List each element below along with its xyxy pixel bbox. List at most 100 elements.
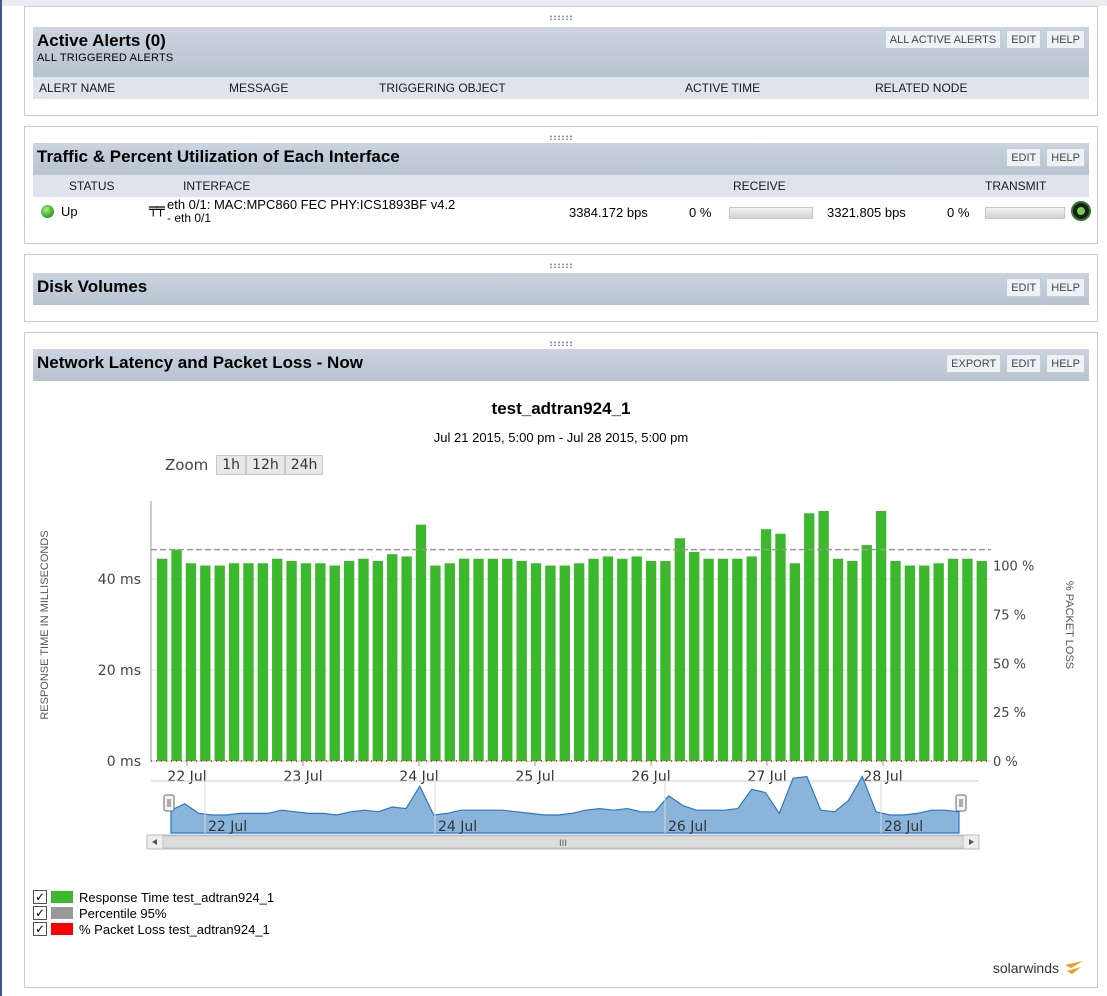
- edit-button[interactable]: EDIT: [1006, 148, 1042, 167]
- response-time-bar: [818, 511, 829, 761]
- response-time-bar: [516, 561, 527, 761]
- response-time-bar: [243, 563, 254, 761]
- y-axis-ticks: 0 ms 20 ms 40 ms: [98, 572, 141, 770]
- drag-grip[interactable]: [549, 263, 573, 268]
- x-tick-label: 22 Jul: [167, 769, 206, 785]
- response-time-bar: [372, 561, 384, 761]
- edit-button[interactable]: EDIT: [1006, 30, 1042, 49]
- zoom-controls: Zoom 1h 12h 24h: [165, 455, 324, 475]
- edit-button[interactable]: EDIT: [1006, 354, 1042, 373]
- window-edge: [0, 0, 2, 996]
- response-time-bar: [689, 551, 700, 761]
- navigator-tick-label: 28 Jul: [884, 819, 923, 835]
- status-up-icon: [41, 205, 54, 218]
- transmit-bps: 3321.805 bps: [827, 205, 906, 220]
- response-time-bar: [746, 556, 757, 761]
- response-time-bar: [228, 563, 240, 761]
- y2-axis-title-wrap: % PACKET LOSS: [1059, 515, 1079, 745]
- legend-checkbox[interactable]: ✓: [33, 922, 47, 936]
- response-time-bar: [962, 558, 973, 761]
- column-header: STATUS INTERFACE RECEIVE TRANSMIT: [33, 175, 1089, 197]
- y2-tick-label: 50 %: [993, 657, 1026, 672]
- legend-swatch-packet-loss: [51, 923, 73, 935]
- col-message[interactable]: MESSAGE: [229, 81, 288, 95]
- transmit-percent: 0 %: [947, 205, 970, 220]
- navigator-tick-label: 26 Jul: [668, 819, 707, 835]
- col-related-node[interactable]: RELATED NODE: [875, 81, 967, 95]
- export-button[interactable]: EXPORT: [946, 354, 1002, 373]
- response-time-bar: [602, 556, 614, 761]
- network-latency-panel: Network Latency and Packet Loss - Now EX…: [24, 332, 1098, 988]
- all-active-alerts-button[interactable]: ALL ACTIVE ALERTS: [884, 30, 1002, 49]
- panel-header: Network Latency and Packet Loss - Now EX…: [33, 349, 1089, 381]
- col-receive[interactable]: RECEIVE: [733, 179, 786, 193]
- y-tick-label: 20 ms: [98, 663, 141, 679]
- chart-subtitle: Jul 21 2015, 5:00 pm - Jul 28 2015, 5:00…: [433, 430, 689, 445]
- receive-utilization-bar: [729, 207, 813, 219]
- y2-axis-ticks: 0 % 25 % 50 % 75 % 100 %: [993, 560, 1034, 770]
- drag-grip[interactable]: [549, 15, 573, 20]
- col-triggering-object[interactable]: TRIGGERING OBJECT: [379, 81, 506, 95]
- legend-swatch-response-time: [51, 891, 73, 903]
- legend-item-response-time[interactable]: ✓ Response Time test_adtran924_1: [33, 889, 274, 905]
- zoom-1h-button[interactable]: 1h: [216, 455, 247, 475]
- interface-alias[interactable]: - eth 0/1: [167, 211, 211, 225]
- panel-title: Network Latency and Packet Loss - Now: [37, 353, 363, 372]
- response-time-bar: [804, 513, 815, 761]
- transmit-utilization-bar: [985, 207, 1065, 219]
- help-button[interactable]: HELP: [1046, 30, 1085, 49]
- response-time-bar: [487, 558, 499, 761]
- utilization-gauge-icon[interactable]: [1071, 201, 1091, 221]
- drag-grip[interactable]: [549, 135, 573, 140]
- interface-row[interactable]: Up ╤╤ eth 0/1: MAC:MPC860 FEC PHY:ICS189…: [33, 197, 1091, 227]
- x-tick-label: 23 Jul: [283, 769, 322, 785]
- drag-grip[interactable]: [549, 341, 573, 346]
- response-time-bar: [171, 549, 182, 761]
- navigator-tick-label: 22 Jul: [208, 819, 247, 835]
- col-interface[interactable]: INTERFACE: [183, 179, 250, 193]
- navigator-series-area: [170, 775, 960, 834]
- response-time-bar: [559, 565, 570, 761]
- response-time-bar: [861, 545, 872, 761]
- response-time-bar: [200, 565, 211, 761]
- col-active-time[interactable]: ACTIVE TIME: [685, 81, 760, 95]
- legend-checkbox[interactable]: ✓: [33, 890, 47, 904]
- response-time-bar: [343, 561, 355, 761]
- y2-tick-label: 0 %: [993, 755, 1018, 770]
- brand-flame-icon: [1065, 961, 1083, 974]
- zoom-12h-button[interactable]: 12h: [246, 455, 285, 475]
- response-time-bar: [904, 565, 916, 761]
- response-time-bar: [473, 558, 484, 761]
- navigator-handle[interactable]: [163, 794, 175, 812]
- receive-percent: 0 %: [689, 205, 712, 220]
- response-time-bar: [545, 565, 556, 761]
- panel-subtitle: ALL TRIGGERED ALERTS: [37, 52, 174, 64]
- y2-tick-label: 100 %: [993, 560, 1034, 575]
- response-time-bar: [286, 561, 297, 761]
- legend-item-packet-loss[interactable]: ✓ % Packet Loss test_adtran924_1: [33, 921, 274, 937]
- legend-checkbox[interactable]: ✓: [33, 906, 47, 920]
- legend-item-percentile[interactable]: ✓ Percentile 95%: [33, 905, 274, 921]
- header-buttons: EDIT HELP: [1006, 278, 1085, 297]
- chart-legend: ✓ Response Time test_adtran924_1 ✓ Perce…: [33, 889, 274, 937]
- zoom-24h-button[interactable]: 24h: [284, 455, 324, 475]
- col-transmit[interactable]: TRANSMIT: [985, 179, 1046, 193]
- response-time-bar: [315, 563, 326, 761]
- response-time-bar: [847, 561, 858, 761]
- y-tick-label: 0 ms: [107, 754, 141, 770]
- interface-name[interactable]: eth 0/1: MAC:MPC860 FEC PHY:ICS1893BF v4…: [167, 197, 455, 212]
- response-time-bar: [530, 563, 542, 761]
- interface-type-icon: ╤╤: [149, 201, 165, 217]
- col-alert-name[interactable]: ALERT NAME: [39, 81, 115, 95]
- edit-button[interactable]: EDIT: [1006, 278, 1042, 297]
- col-status[interactable]: STATUS: [69, 179, 115, 193]
- y-axis-title: RESPONSE TIME IN MILLISECONDS: [39, 530, 51, 720]
- help-button[interactable]: HELP: [1046, 354, 1085, 373]
- navigator-handle[interactable]: [955, 794, 967, 812]
- response-time-bar: [387, 554, 398, 761]
- zoom-label: Zoom: [165, 456, 209, 474]
- response-time-bar: [617, 558, 628, 761]
- help-button[interactable]: HELP: [1046, 148, 1085, 167]
- help-button[interactable]: HELP: [1046, 278, 1085, 297]
- panel-header: Traffic & Percent Utilization of Each In…: [33, 143, 1089, 175]
